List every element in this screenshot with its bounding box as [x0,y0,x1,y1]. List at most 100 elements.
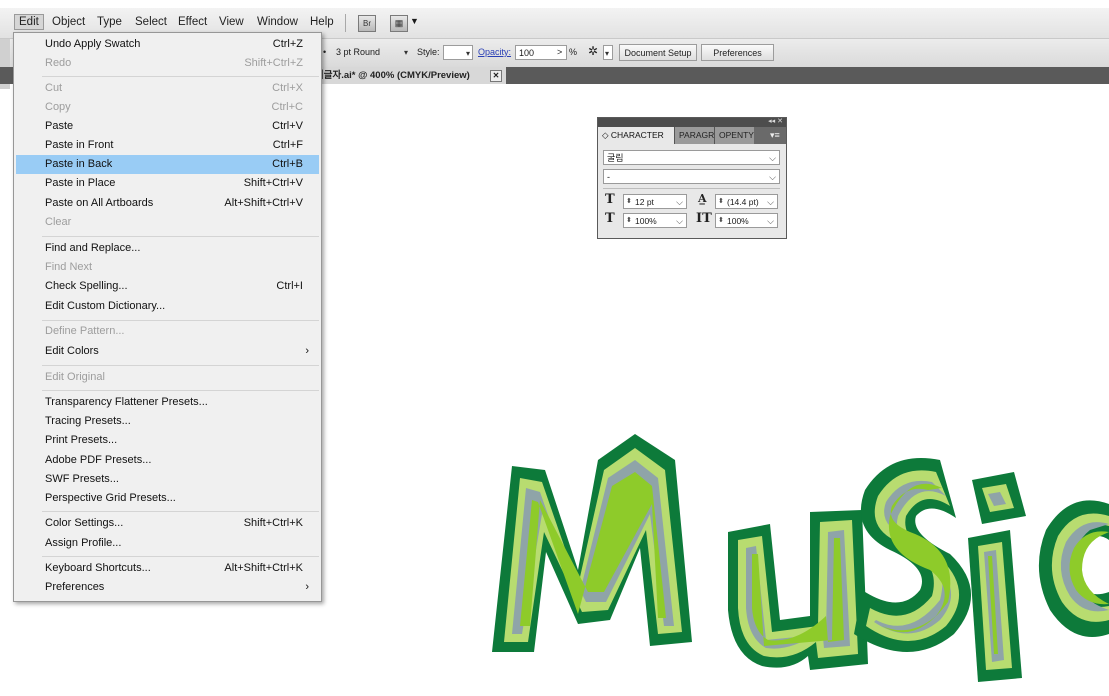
menu-separator [42,511,319,512]
stroke-profile-select[interactable]: 3 pt Round ▾ [333,45,410,60]
letter-m [492,434,692,652]
font-family-value: 굴림 [607,153,624,163]
arrange-dropdown-icon[interactable]: ▼ [410,16,419,26]
character-panel: ◂◂ ✕ ◇ CHARACTER PARAGR OPENTY ▾≡ 굴림 ⌵ -… [597,117,787,239]
menu-item-find-next[interactable]: Find Next [16,258,319,277]
tab-opentype[interactable]: OPENTY [714,127,754,144]
menu-separator [42,556,319,557]
menu-item-keyboard-shortcuts[interactable]: Keyboard Shortcuts... Alt+Shift+Ctrl+K [16,559,319,578]
menu-object[interactable]: Object [48,15,89,29]
menu-item-cut[interactable]: Cut Ctrl+X [16,79,319,98]
font-size-input[interactable]: ⬍ 12 pt ⌵ [623,194,687,209]
tab-character[interactable]: ◇ CHARACTER [598,127,674,144]
menu-item-copy[interactable]: Copy Ctrl+C [16,98,319,117]
tab-paragraph[interactable]: PARAGR [674,127,714,144]
chevron-down-icon: ⌵ [676,216,683,226]
preferences-button[interactable]: Preferences [701,44,774,61]
menu-type[interactable]: Type [93,15,126,29]
menu-view[interactable]: View [215,15,248,29]
menu-item-check-spelling[interactable]: Check Spelling... Ctrl+I [16,277,319,296]
chevron-down-icon: ⌵ [767,216,774,226]
menu-item-define-pattern[interactable]: Define Pattern... [16,322,319,341]
menu-item-paste-in-place[interactable]: Paste in Place Shift+Ctrl+V [16,174,319,193]
menu-item-label: Clear [45,216,72,228]
stepper-icon[interactable]: ⬍ [626,195,632,209]
menu-item-label: Redo [45,57,72,69]
menu-item-edit-original[interactable]: Edit Original [16,368,319,387]
bridge-icon[interactable]: Br [358,15,376,32]
document-tab[interactable]: 리글자.ai* @ 400% (CMYK/Preview) ✕ [300,67,506,84]
menu-item-paste[interactable]: Paste Ctrl+V [16,117,319,136]
music-artwork[interactable] [470,420,1109,696]
arrange-documents-icon[interactable]: ▦ [390,15,408,32]
menu-item-label: SWF Presets... [45,473,119,485]
menu-item-shortcut: Alt+Shift+Ctrl+K [224,562,303,574]
menu-item-print-presets[interactable]: Print Presets... [16,431,319,450]
letter-s [854,458,972,652]
document-setup-button[interactable]: Document Setup [619,44,697,61]
menu-item-swf-presets[interactable]: SWF Presets... [16,470,319,489]
opacity-dropdown-icon[interactable]: > [557,47,562,57]
menu-item-label: Edit Custom Dictionary... [45,300,166,312]
letter-u [728,510,868,670]
menu-item-edit-colors[interactable]: Edit Colors › [16,342,319,361]
leading-input[interactable]: ⬍ (14.4 pt) ⌵ [715,194,778,209]
menu-separator [42,236,319,237]
stepper-icon[interactable]: ⬍ [718,195,724,209]
letter-c [1038,500,1109,637]
menu-item-edit-custom-dictionary[interactable]: Edit Custom Dictionary... [16,297,319,316]
menu-effect[interactable]: Effect [174,15,211,29]
menu-help[interactable]: Help [306,15,338,29]
menu-item-tracing-presets[interactable]: Tracing Presets... [16,412,319,431]
opacity-label[interactable]: Opacity: [478,47,511,57]
panel-divider [603,188,780,189]
menu-item-undo[interactable]: Undo Apply Swatch Ctrl+Z [16,35,319,54]
opacity-value: 100 [519,48,535,58]
menu-item-clear[interactable]: Clear [16,213,319,232]
menu-item-adobe-pdf-presets[interactable]: Adobe PDF Presets... [16,451,319,470]
menu-item-shortcut: Ctrl+B [272,158,303,170]
edit-menu-dropdown: Undo Apply Swatch Ctrl+Z Redo Shift+Ctrl+Z… [13,32,322,602]
menu-window[interactable]: Window [253,15,302,29]
menu-item-preferences[interactable]: Preferences › [16,578,319,597]
menu-item-label: Color Settings... [45,517,124,529]
menu-item-paste-on-all-artboards[interactable]: Paste on All Artboards Alt+Shift+Ctrl+V [16,194,319,213]
collapse-close-icon[interactable]: ◂◂ ✕ [768,117,783,125]
menu-item-assign-profile[interactable]: Assign Profile... [16,534,319,553]
percent-label: % [569,47,578,57]
font-style-select[interactable]: - ⌵ [603,169,780,184]
menu-item-label: Paste in Front [45,139,114,151]
style-select[interactable]: ▾ [443,45,473,60]
menu-item-label: Cut [45,82,63,94]
close-icon[interactable]: ✕ [490,70,502,82]
font-family-select[interactable]: 굴림 ⌵ [603,150,780,165]
menu-edit[interactable]: Edit [14,14,44,30]
horizontal-scale-value: 100% [727,216,749,226]
stepper-icon[interactable]: ⬍ [718,214,724,228]
menu-item-paste-in-front[interactable]: Paste in Front Ctrl+F [16,136,319,155]
vertical-scale-value: 100% [635,216,657,226]
recolor-icon[interactable]: ✲ [588,44,598,58]
menu-item-label: Define Pattern... [45,325,125,337]
chevron-down-icon: ⌵ [767,197,774,207]
panel-title-bar[interactable]: ◂◂ ✕ [598,118,786,127]
menu-item-label: Edit Original [45,371,105,383]
menu-item-perspective-grid-presets[interactable]: Perspective Grid Presets... [16,489,319,508]
stepper-icon[interactable]: ⬍ [626,214,632,228]
menu-separator [42,320,319,321]
menu-item-label: Find and Replace... [45,242,141,254]
menu-item-find-and-replace[interactable]: Find and Replace... [16,239,319,258]
menu-item-paste-in-back[interactable]: Paste in Back Ctrl+B [16,155,319,174]
font-style-value: - [607,172,610,182]
horizontal-scale-input[interactable]: ⬍ 100% ⌵ [715,213,778,228]
vertical-scale-input[interactable]: ⬍ 100% ⌵ [623,213,687,228]
recolor-dropdown[interactable]: ▾ [603,45,613,60]
panel-menu-icon[interactable]: ▾≡ [766,127,786,144]
menu-item-color-settings[interactable]: Color Settings... Shift+Ctrl+K [16,514,319,533]
letter-i [968,472,1026,682]
menu-item-redo[interactable]: Redo Shift+Ctrl+Z [16,54,319,73]
stroke-profile-label: 3 pt Round [336,47,381,57]
menu-select[interactable]: Select [131,15,171,29]
menu-item-label: Assign Profile... [45,537,122,549]
menu-item-transparency-flattener-presets[interactable]: Transparency Flattener Presets... [16,393,319,412]
